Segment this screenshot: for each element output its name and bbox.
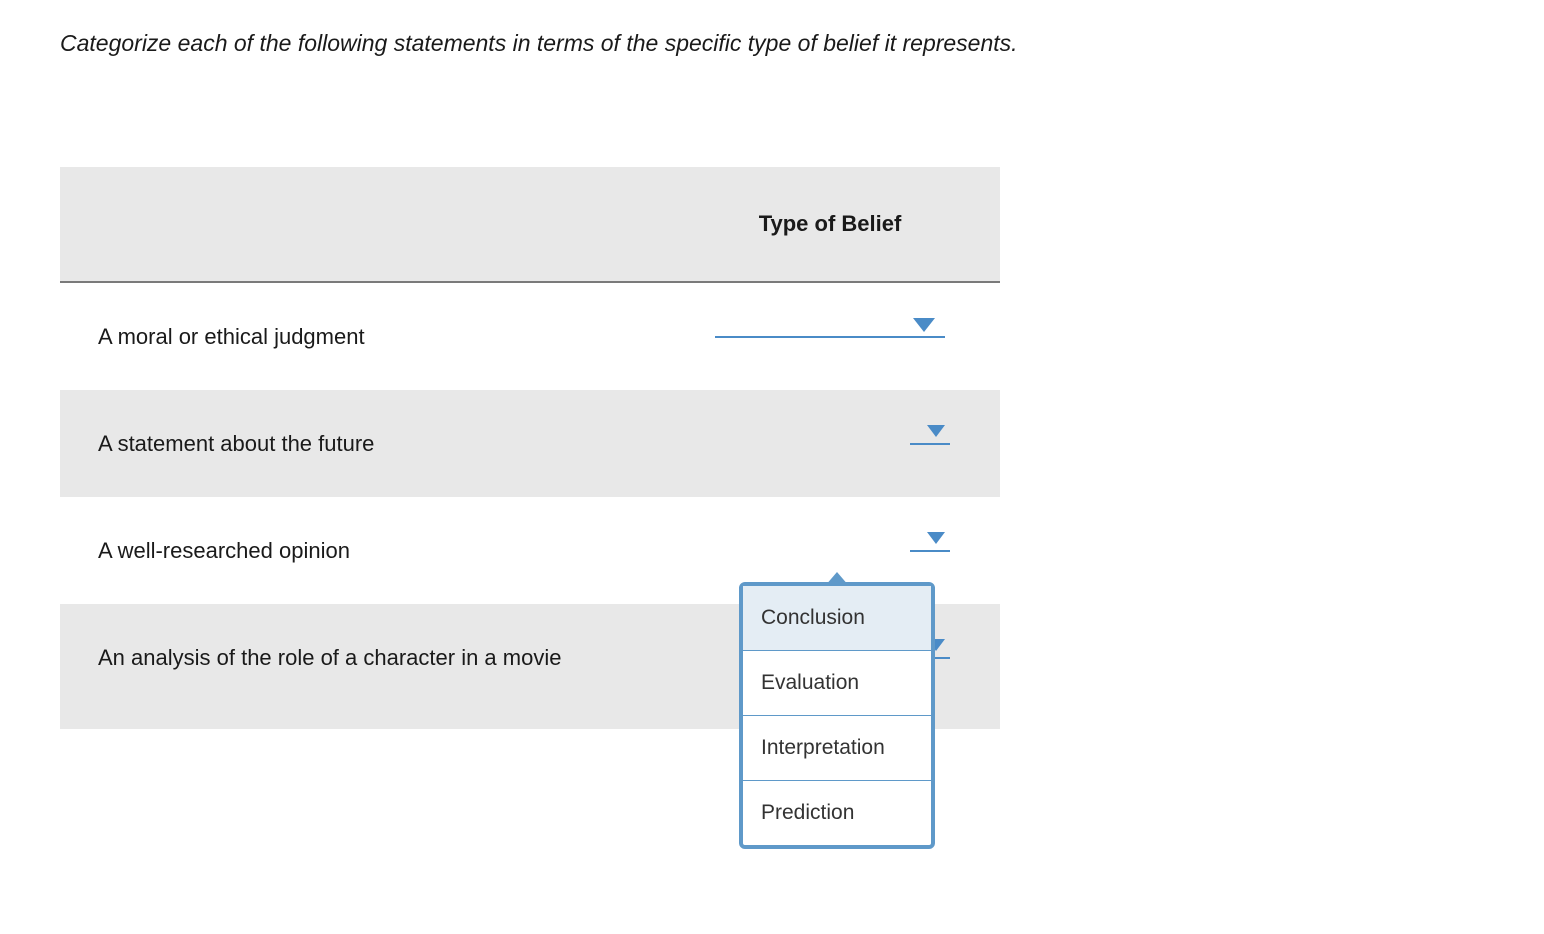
dropdown-trigger[interactable] xyxy=(910,443,950,445)
dropdown-trigger[interactable] xyxy=(715,336,945,338)
dropdown-cell-3 xyxy=(660,550,1000,552)
chevron-down-icon xyxy=(927,532,945,544)
question-prompt: Categorize each of the following stateme… xyxy=(60,30,1484,57)
table-row: A moral or ethical judgment xyxy=(60,283,1000,390)
table-header: Type of Belief xyxy=(60,167,1000,283)
categorization-table: Type of Belief A moral or ethical judgme… xyxy=(60,167,1000,729)
dropdown-option-interpretation[interactable]: Interpretation xyxy=(743,716,931,781)
dropdown-cell-1 xyxy=(660,336,1000,338)
dropdown-option-evaluation[interactable]: Evaluation xyxy=(743,651,931,716)
row-label: A moral or ethical judgment xyxy=(60,324,660,350)
dropdown-menu: Conclusion Evaluation Interpretation Pre… xyxy=(739,582,935,849)
row-label: An analysis of the role of a character i… xyxy=(60,645,660,671)
dropdown-pointer-icon xyxy=(825,572,849,586)
chevron-down-icon xyxy=(913,318,935,332)
dropdown-trigger[interactable] xyxy=(910,550,950,552)
header-col2: Type of Belief xyxy=(660,211,1000,237)
table-row: A statement about the future xyxy=(60,390,1000,497)
chevron-down-icon xyxy=(927,425,945,437)
row-label: A statement about the future xyxy=(60,431,660,457)
dropdown-option-prediction[interactable]: Prediction xyxy=(743,781,931,845)
dropdown-cell-2 xyxy=(660,443,1000,445)
row-label: A well-researched opinion xyxy=(60,538,660,564)
dropdown-option-conclusion[interactable]: Conclusion xyxy=(743,586,931,651)
